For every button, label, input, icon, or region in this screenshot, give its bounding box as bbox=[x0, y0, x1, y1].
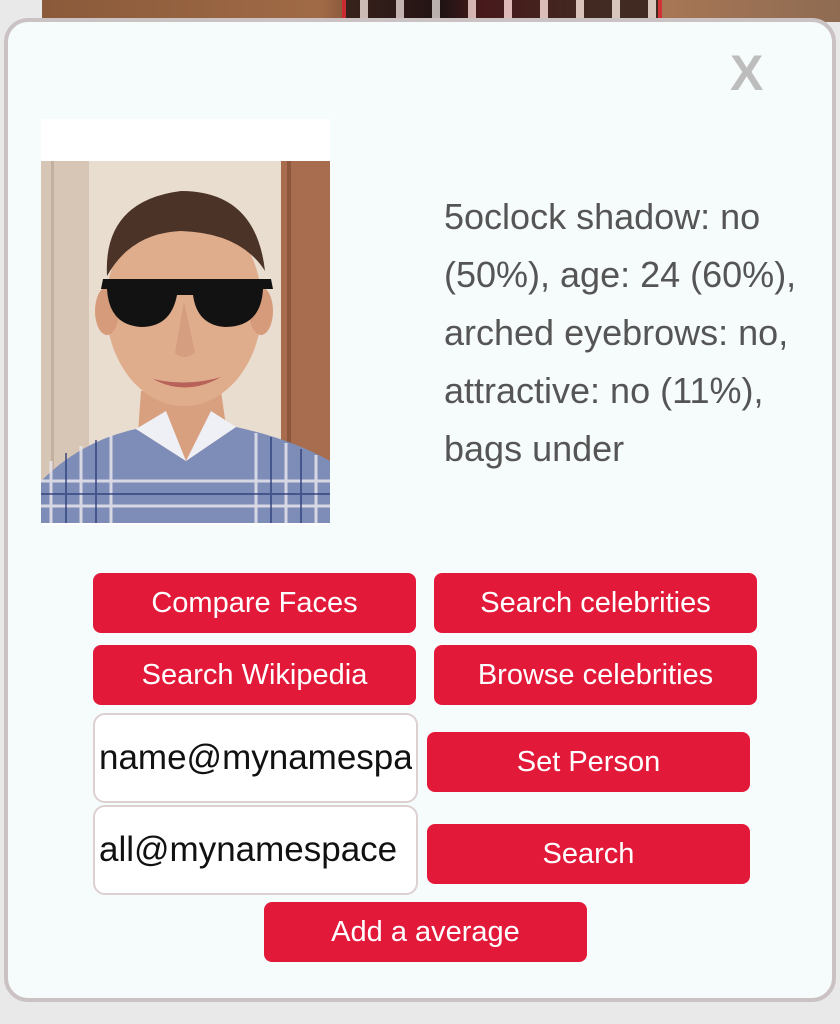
search-celebrities-button[interactable]: Search celebrities bbox=[434, 573, 757, 633]
search-namespace-field[interactable] bbox=[93, 805, 418, 895]
set-person-button[interactable]: Set Person bbox=[427, 732, 750, 792]
compare-faces-button[interactable]: Compare Faces bbox=[93, 573, 416, 633]
add-average-button[interactable]: Add a average bbox=[264, 902, 587, 962]
face-photo bbox=[41, 161, 330, 523]
face-details-modal: X 5oclock shadow: no (50%), age: 24 (60%… bbox=[4, 18, 836, 1002]
person-id-field[interactable] bbox=[93, 713, 418, 803]
person-id-input[interactable] bbox=[99, 738, 412, 778]
browse-celebrities-button[interactable]: Browse celebrities bbox=[434, 645, 757, 705]
face-attributes-text: 5oclock shadow: no (50%), age: 24 (60%),… bbox=[444, 196, 797, 469]
close-button[interactable]: X bbox=[730, 48, 763, 98]
search-namespace-input[interactable] bbox=[99, 830, 412, 870]
face-photo-image bbox=[41, 161, 330, 523]
search-button[interactable]: Search bbox=[427, 824, 750, 884]
face-photo-frame bbox=[41, 119, 330, 525]
search-wikipedia-button[interactable]: Search Wikipedia bbox=[93, 645, 416, 705]
